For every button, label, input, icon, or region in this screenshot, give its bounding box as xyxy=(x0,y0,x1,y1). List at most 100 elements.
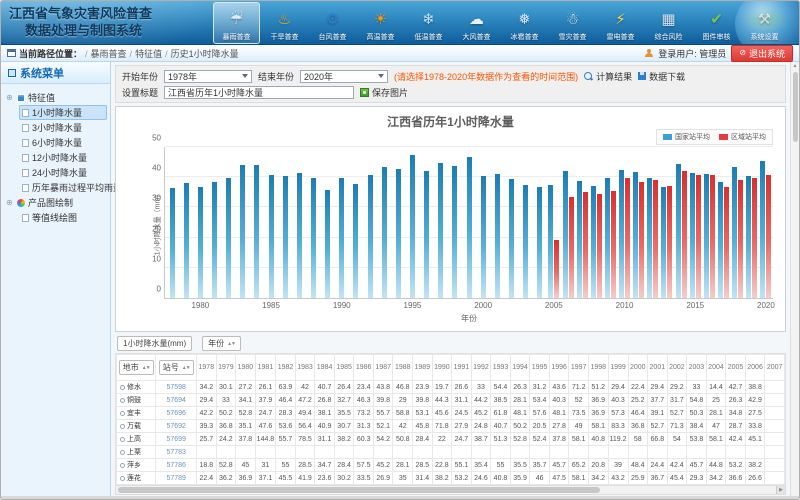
start-year-select[interactable]: 1978年 xyxy=(164,70,252,83)
breadcrumb-item[interactable]: 特征值 xyxy=(135,49,162,59)
tree-toggle-icon[interactable]: ⊕ xyxy=(6,198,14,207)
vertical-scrollbar-thumb[interactable] xyxy=(793,72,798,142)
toolbar-item-高温普查[interactable]: ☀高温普查 xyxy=(357,2,404,44)
bar-regional-2020[interactable] xyxy=(766,175,771,298)
toolbar-item-冰雹普查[interactable]: ❅冰雹普查 xyxy=(501,2,548,44)
toolbar-item-大风普查[interactable]: ☁大风普查 xyxy=(453,2,500,44)
bar-national-1992[interactable] xyxy=(368,175,373,298)
bar-national-2019[interactable] xyxy=(746,176,751,298)
tree-leaf-3小时降水量[interactable]: 3小时降水量 xyxy=(19,120,107,135)
bar-national-1991[interactable] xyxy=(353,184,358,298)
tree-leaf-24小时降水量[interactable]: 24小时降水量 xyxy=(19,165,107,180)
bar-national-1999[interactable] xyxy=(467,157,472,298)
row-radio-icon[interactable] xyxy=(120,450,125,455)
bar-national-2015[interactable] xyxy=(690,173,695,298)
bar-national-1989[interactable] xyxy=(325,190,330,298)
bar-national-2020[interactable] xyxy=(760,161,765,298)
row-radio-icon[interactable] xyxy=(120,437,125,442)
bar-regional-2015[interactable] xyxy=(696,175,701,298)
bar-national-2014[interactable] xyxy=(676,164,681,298)
vertical-scrollbar[interactable]: ▲ xyxy=(790,62,799,496)
bar-national-1995[interactable] xyxy=(410,155,415,298)
tree-leaf-等值线绘图[interactable]: 等值线绘图 xyxy=(19,210,107,225)
toolbar-item-图件审核[interactable]: ✔图件审核 xyxy=(693,2,740,44)
row-radio-icon[interactable] xyxy=(120,385,125,390)
bar-national-2008[interactable] xyxy=(591,186,596,298)
download-button[interactable]: 数据下载 xyxy=(638,70,685,83)
bar-regional-2013[interactable] xyxy=(667,186,672,298)
bar-national-1983[interactable] xyxy=(240,165,245,298)
bar-regional-2011[interactable] xyxy=(639,182,644,298)
bar-national-1996[interactable] xyxy=(424,171,429,298)
row-radio-icon[interactable] xyxy=(120,411,125,416)
toolbar-item-雪灾普查[interactable]: ☃雪灾普查 xyxy=(549,2,596,44)
chart-title-input[interactable] xyxy=(164,86,354,99)
bar-national-1980[interactable] xyxy=(198,187,203,298)
bar-national-2004[interactable] xyxy=(537,187,542,298)
bar-regional-2012[interactable] xyxy=(653,180,658,298)
bar-national-2018[interactable] xyxy=(732,167,737,298)
scroll-up-arrow[interactable]: ▲ xyxy=(793,62,798,71)
city-cell[interactable]: 上高 xyxy=(117,433,156,446)
horizontal-scrollbar[interactable]: ▶ xyxy=(115,485,786,495)
bar-national-2006[interactable] xyxy=(563,171,568,298)
bar-regional-2010[interactable] xyxy=(625,178,630,298)
city-sort-pill[interactable]: 地市 ▲▼ xyxy=(119,360,154,375)
bar-national-1982[interactable] xyxy=(226,178,231,298)
bar-national-1987[interactable] xyxy=(297,173,302,298)
bar-national-2003[interactable] xyxy=(523,185,528,298)
bar-national-2012[interactable] xyxy=(647,178,652,298)
bar-national-2016[interactable] xyxy=(704,174,709,298)
bar-regional-2008[interactable] xyxy=(597,194,602,298)
city-cell[interactable]: 莲花 xyxy=(117,472,156,485)
toolbar-item-低温普查[interactable]: ❄低温普查 xyxy=(405,2,452,44)
logout-button[interactable]: ⊘ 退出系统 xyxy=(731,45,793,62)
tree-node-特征值[interactable]: ⊕特征值 xyxy=(6,90,107,105)
bar-national-1994[interactable] xyxy=(396,169,401,298)
bar-national-1997[interactable] xyxy=(438,163,443,298)
bar-regional-2016[interactable] xyxy=(710,175,715,298)
calculate-button[interactable]: 计算结果 xyxy=(584,70,632,83)
bar-national-2005[interactable] xyxy=(548,185,553,298)
toolbar-item-综合风险[interactable]: ▦综合风险 xyxy=(645,2,692,44)
toolbar-item-雷电普查[interactable]: ⚡雷电普查 xyxy=(597,2,644,44)
end-year-select[interactable]: 2020年 xyxy=(300,70,388,83)
city-cell[interactable]: 萍乡 xyxy=(117,459,156,472)
row-radio-icon[interactable] xyxy=(120,476,125,481)
city-cell[interactable]: 上栗 xyxy=(117,446,156,459)
city-cell[interactable]: 铜鼓 xyxy=(117,394,156,407)
tree-leaf-历年暴雨过程平均雨量[interactable]: 历年暴雨过程平均雨量 xyxy=(19,180,107,195)
bar-national-1998[interactable] xyxy=(452,166,457,298)
bar-national-2011[interactable] xyxy=(633,172,638,298)
toolbar-item-系统设置[interactable]: ⚒系统设置 xyxy=(741,2,788,44)
breadcrumb-item[interactable]: 暴雨普查 xyxy=(91,49,127,59)
bar-regional-2009[interactable] xyxy=(611,191,616,299)
toolbar-item-干旱普查[interactable]: ♨干旱普查 xyxy=(261,2,308,44)
bar-regional-2019[interactable] xyxy=(752,178,757,298)
bar-national-1978[interactable] xyxy=(170,188,175,298)
city-cell[interactable]: 修水 xyxy=(117,381,156,394)
bar-national-2007[interactable] xyxy=(577,181,582,298)
measure-pill[interactable]: 1小时降水量(mm) xyxy=(117,336,192,351)
bar-national-2017[interactable] xyxy=(718,182,723,298)
horizontal-scrollbar-thumb[interactable] xyxy=(118,487,600,493)
bar-national-2009[interactable] xyxy=(605,178,610,298)
bar-national-1990[interactable] xyxy=(339,178,344,298)
bar-national-1988[interactable] xyxy=(311,178,316,298)
bar-national-1993[interactable] xyxy=(382,167,387,298)
bar-national-2010[interactable] xyxy=(619,170,624,298)
tree-leaf-12小时降水量[interactable]: 12小时降水量 xyxy=(19,150,107,165)
toolbar-item-台风普查[interactable]: ⚙台风普查 xyxy=(309,2,356,44)
bar-national-2002[interactable] xyxy=(509,179,514,298)
bar-regional-2005[interactable] xyxy=(554,240,559,298)
tree-leaf-6小时降水量[interactable]: 6小时降水量 xyxy=(19,135,107,150)
tree-leaf-1小时降水量[interactable]: 1小时降水量 xyxy=(19,105,107,120)
bar-regional-2014[interactable] xyxy=(682,171,687,298)
bar-regional-2006[interactable] xyxy=(569,197,574,298)
bar-national-1984[interactable] xyxy=(254,165,259,298)
city-cell[interactable]: 安福 xyxy=(117,485,156,486)
bar-national-1985[interactable] xyxy=(269,175,274,298)
city-cell[interactable]: 万载 xyxy=(117,420,156,433)
bar-regional-2018[interactable] xyxy=(738,180,743,298)
bar-regional-2007[interactable] xyxy=(583,192,588,298)
